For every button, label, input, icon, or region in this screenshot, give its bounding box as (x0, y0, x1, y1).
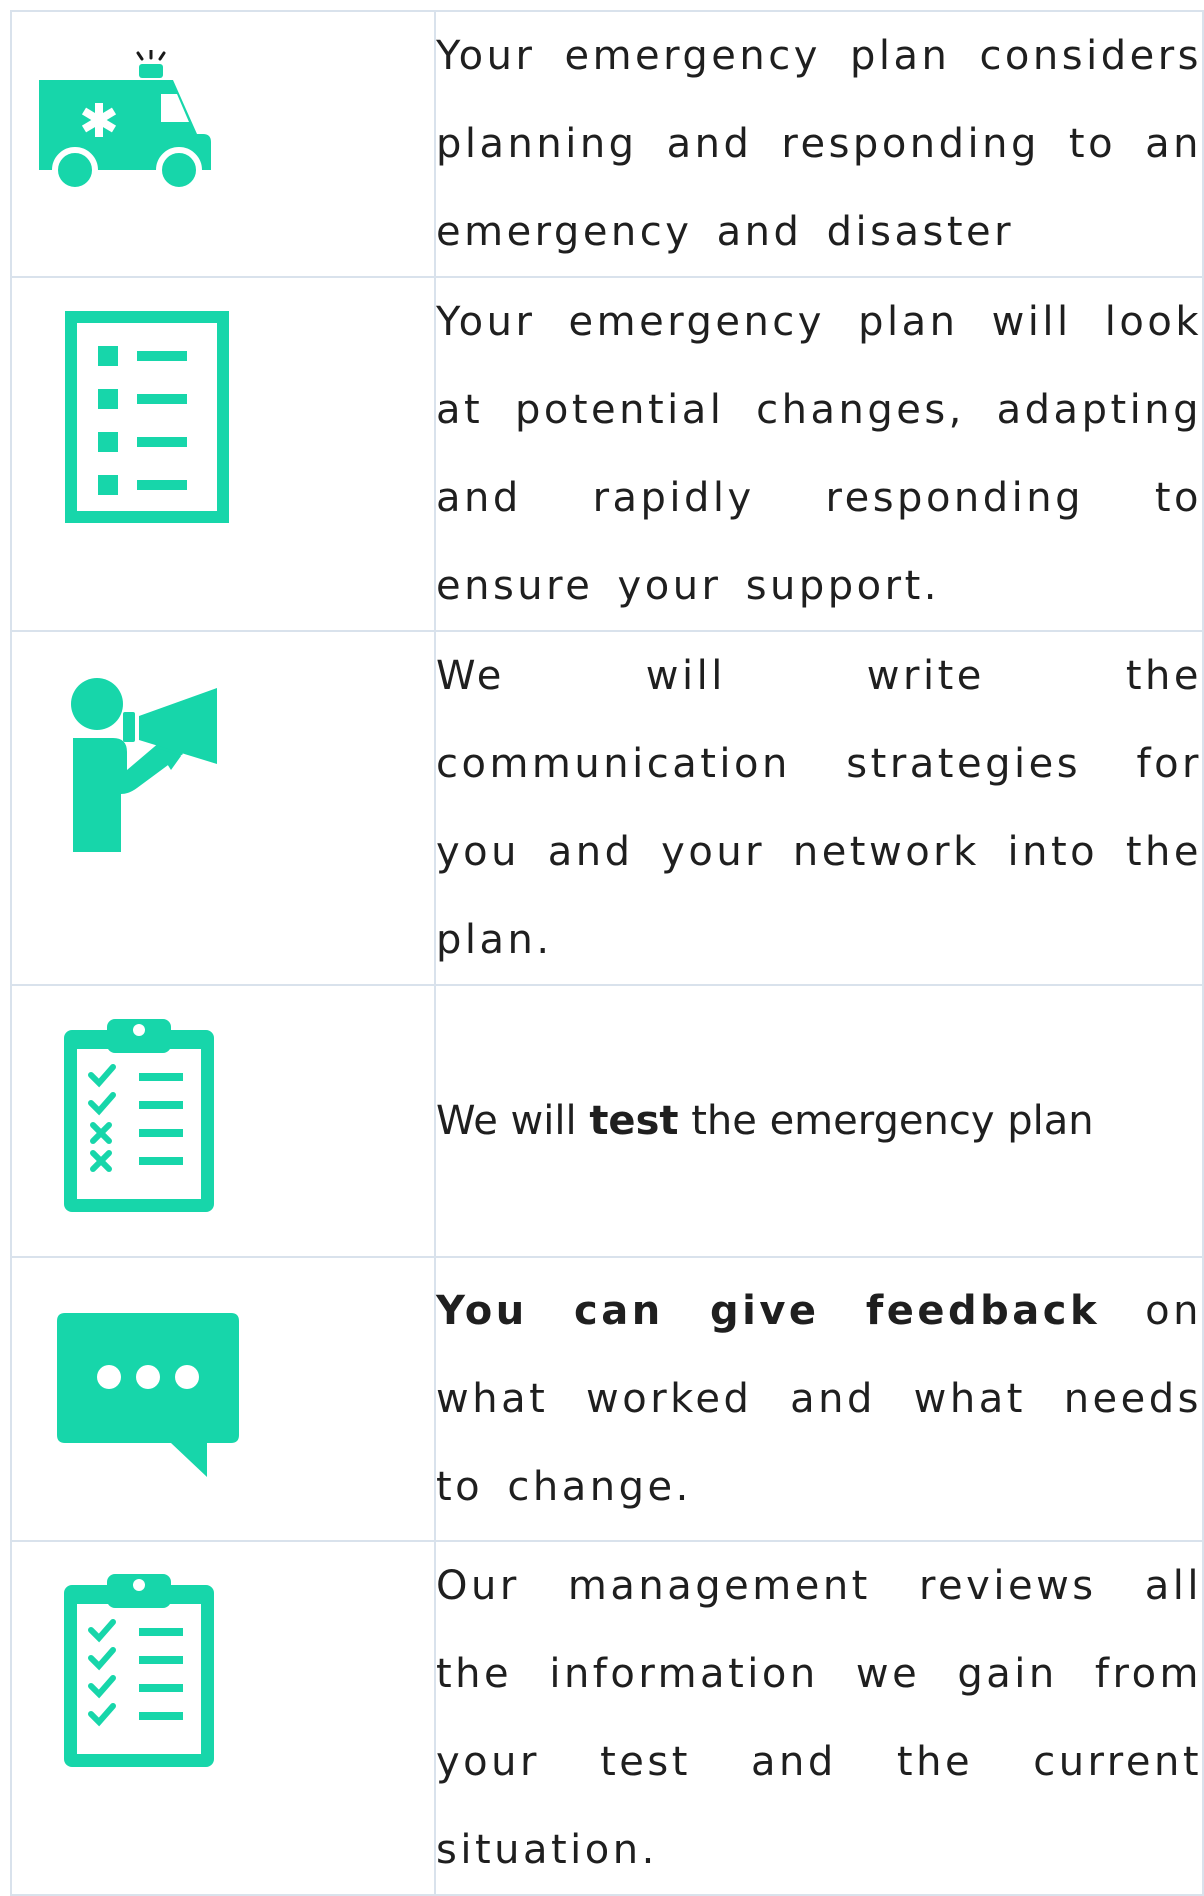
text-cell: We will write the communication strategi… (434, 630, 1204, 986)
icon-cell (10, 276, 436, 632)
emergency-plan-table: Your emergency plan considers planning a… (10, 10, 1204, 1896)
table-row: Your emergency plan will look at potenti… (10, 276, 1204, 632)
table-row: Our management reviews all the informati… (10, 1540, 1204, 1896)
text-cell: Your emergency plan considers planning a… (434, 10, 1204, 278)
text-cell: Your emergency plan will look at potenti… (434, 276, 1204, 632)
text-cell: You can give feedback on what worked and… (434, 1256, 1204, 1542)
row-text: We will test the emergency plan (436, 1098, 1094, 1144)
speech-bubble-icon (57, 1313, 239, 1477)
icon-cell (10, 630, 436, 986)
table-row: You can give feedback on what worked and… (10, 1256, 1204, 1542)
text-cell: Our management reviews all the informati… (434, 1540, 1204, 1896)
icon-cell (10, 1540, 436, 1896)
table-row: We will test the emergency plan (10, 984, 1204, 1258)
clipboard-test-icon (64, 1019, 214, 1212)
emphasis-text: test (589, 1098, 679, 1144)
emphasis-text: You can give feedback (436, 1288, 1101, 1334)
person-megaphone-icon (71, 678, 217, 852)
ambulance-icon (39, 50, 211, 190)
row-text: Our management reviews all the informati… (436, 1563, 1202, 1873)
checklist-document-icon (65, 311, 229, 523)
icon-cell (10, 1256, 436, 1542)
text-cell: We will test the emergency plan (434, 984, 1204, 1258)
icon-cell (10, 984, 436, 1258)
row-text: We will write the communication strategi… (436, 653, 1202, 963)
table-row: We will write the communication strategi… (10, 630, 1204, 986)
row-text: Your emergency plan considers planning a… (436, 33, 1202, 255)
row-text: Your emergency plan will look at potenti… (436, 299, 1202, 609)
table-row: Your emergency plan considers planning a… (10, 10, 1204, 278)
clipboard-review-icon (64, 1574, 214, 1767)
row-text: You can give feedback on what worked and… (436, 1288, 1202, 1510)
icon-cell (10, 10, 436, 278)
